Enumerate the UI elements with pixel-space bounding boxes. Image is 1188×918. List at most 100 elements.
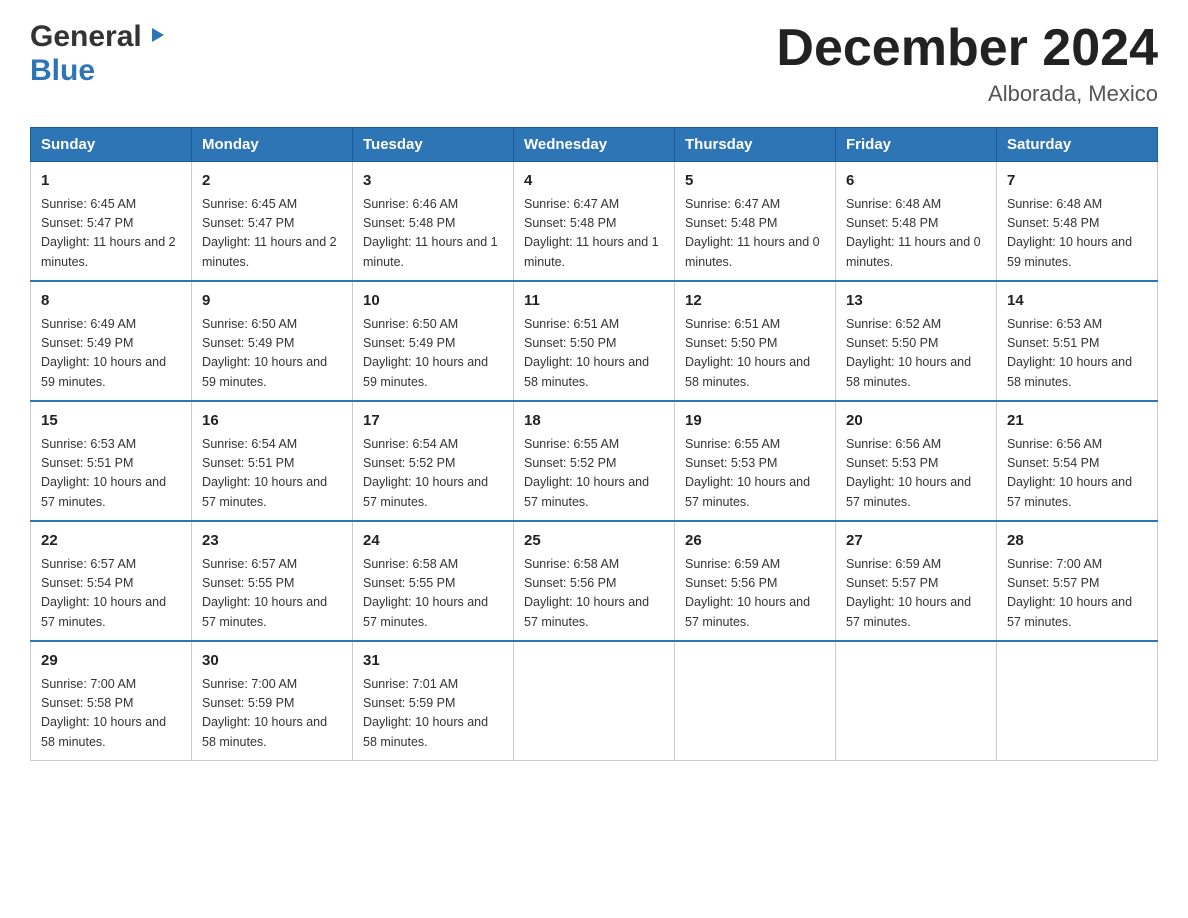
day-info: Sunrise: 6:46 AM Sunset: 5:48 PM Dayligh… xyxy=(363,195,503,273)
col-monday: Monday xyxy=(192,128,353,162)
day-number: 9 xyxy=(202,290,342,313)
table-row: 7Sunrise: 6:48 AM Sunset: 5:48 PM Daylig… xyxy=(997,162,1158,282)
day-number: 21 xyxy=(1007,410,1147,433)
table-row: 4Sunrise: 6:47 AM Sunset: 5:48 PM Daylig… xyxy=(514,162,675,282)
table-row: 8Sunrise: 6:49 AM Sunset: 5:49 PM Daylig… xyxy=(31,281,192,401)
day-number: 31 xyxy=(363,650,503,673)
logo-blue-text: Blue xyxy=(30,54,95,88)
day-info: Sunrise: 6:58 AM Sunset: 5:56 PM Dayligh… xyxy=(524,555,664,633)
day-info: Sunrise: 6:47 AM Sunset: 5:48 PM Dayligh… xyxy=(685,195,825,273)
day-number: 12 xyxy=(685,290,825,313)
table-row: 29Sunrise: 7:00 AM Sunset: 5:58 PM Dayli… xyxy=(31,641,192,761)
table-row: 30Sunrise: 7:00 AM Sunset: 5:59 PM Dayli… xyxy=(192,641,353,761)
table-row: 16Sunrise: 6:54 AM Sunset: 5:51 PM Dayli… xyxy=(192,401,353,521)
day-number: 10 xyxy=(363,290,503,313)
day-info: Sunrise: 7:00 AM Sunset: 5:59 PM Dayligh… xyxy=(202,675,342,753)
day-number: 20 xyxy=(846,410,986,433)
day-info: Sunrise: 6:57 AM Sunset: 5:55 PM Dayligh… xyxy=(202,555,342,633)
day-info: Sunrise: 6:59 AM Sunset: 5:57 PM Dayligh… xyxy=(846,555,986,633)
table-row: 31Sunrise: 7:01 AM Sunset: 5:59 PM Dayli… xyxy=(353,641,514,761)
col-sunday: Sunday xyxy=(31,128,192,162)
day-number: 25 xyxy=(524,530,664,553)
table-row: 13Sunrise: 6:52 AM Sunset: 5:50 PM Dayli… xyxy=(836,281,997,401)
day-info: Sunrise: 6:45 AM Sunset: 5:47 PM Dayligh… xyxy=(41,195,181,273)
day-number: 8 xyxy=(41,290,181,313)
table-row: 22Sunrise: 6:57 AM Sunset: 5:54 PM Dayli… xyxy=(31,521,192,641)
col-thursday: Thursday xyxy=(675,128,836,162)
calendar-header-row: Sunday Monday Tuesday Wednesday Thursday… xyxy=(31,128,1158,162)
day-number: 28 xyxy=(1007,530,1147,553)
logo-arrow-icon xyxy=(146,24,168,51)
day-info: Sunrise: 6:55 AM Sunset: 5:53 PM Dayligh… xyxy=(685,435,825,513)
day-info: Sunrise: 6:50 AM Sunset: 5:49 PM Dayligh… xyxy=(202,315,342,393)
day-number: 17 xyxy=(363,410,503,433)
table-row: 18Sunrise: 6:55 AM Sunset: 5:52 PM Dayli… xyxy=(514,401,675,521)
day-number: 18 xyxy=(524,410,664,433)
day-info: Sunrise: 7:00 AM Sunset: 5:58 PM Dayligh… xyxy=(41,675,181,753)
day-info: Sunrise: 6:55 AM Sunset: 5:52 PM Dayligh… xyxy=(524,435,664,513)
day-number: 1 xyxy=(41,170,181,193)
calendar-week-row: 1Sunrise: 6:45 AM Sunset: 5:47 PM Daylig… xyxy=(31,162,1158,282)
day-number: 29 xyxy=(41,650,181,673)
day-info: Sunrise: 6:57 AM Sunset: 5:54 PM Dayligh… xyxy=(41,555,181,633)
day-info: Sunrise: 6:54 AM Sunset: 5:51 PM Dayligh… xyxy=(202,435,342,513)
day-info: Sunrise: 6:51 AM Sunset: 5:50 PM Dayligh… xyxy=(524,315,664,393)
day-info: Sunrise: 6:50 AM Sunset: 5:49 PM Dayligh… xyxy=(363,315,503,393)
table-row: 11Sunrise: 6:51 AM Sunset: 5:50 PM Dayli… xyxy=(514,281,675,401)
table-row xyxy=(514,641,675,761)
col-saturday: Saturday xyxy=(997,128,1158,162)
day-info: Sunrise: 6:49 AM Sunset: 5:49 PM Dayligh… xyxy=(41,315,181,393)
table-row: 21Sunrise: 6:56 AM Sunset: 5:54 PM Dayli… xyxy=(997,401,1158,521)
day-info: Sunrise: 6:53 AM Sunset: 5:51 PM Dayligh… xyxy=(1007,315,1147,393)
day-number: 15 xyxy=(41,410,181,433)
calendar-week-row: 22Sunrise: 6:57 AM Sunset: 5:54 PM Dayli… xyxy=(31,521,1158,641)
col-wednesday: Wednesday xyxy=(514,128,675,162)
page-header: General Blue December 2024 Alborada, Mex… xyxy=(30,20,1158,107)
table-row: 15Sunrise: 6:53 AM Sunset: 5:51 PM Dayli… xyxy=(31,401,192,521)
table-row xyxy=(836,641,997,761)
table-row xyxy=(675,641,836,761)
table-row: 10Sunrise: 6:50 AM Sunset: 5:49 PM Dayli… xyxy=(353,281,514,401)
day-info: Sunrise: 6:58 AM Sunset: 5:55 PM Dayligh… xyxy=(363,555,503,633)
day-info: Sunrise: 6:48 AM Sunset: 5:48 PM Dayligh… xyxy=(1007,195,1147,273)
month-title: December 2024 xyxy=(776,20,1158,77)
table-row: 12Sunrise: 6:51 AM Sunset: 5:50 PM Dayli… xyxy=(675,281,836,401)
day-number: 14 xyxy=(1007,290,1147,313)
day-info: Sunrise: 6:56 AM Sunset: 5:54 PM Dayligh… xyxy=(1007,435,1147,513)
table-row: 17Sunrise: 6:54 AM Sunset: 5:52 PM Dayli… xyxy=(353,401,514,521)
day-info: Sunrise: 6:51 AM Sunset: 5:50 PM Dayligh… xyxy=(685,315,825,393)
day-info: Sunrise: 6:47 AM Sunset: 5:48 PM Dayligh… xyxy=(524,195,664,273)
calendar-week-row: 8Sunrise: 6:49 AM Sunset: 5:49 PM Daylig… xyxy=(31,281,1158,401)
table-row: 23Sunrise: 6:57 AM Sunset: 5:55 PM Dayli… xyxy=(192,521,353,641)
day-info: Sunrise: 6:53 AM Sunset: 5:51 PM Dayligh… xyxy=(41,435,181,513)
day-info: Sunrise: 6:48 AM Sunset: 5:48 PM Dayligh… xyxy=(846,195,986,273)
day-number: 19 xyxy=(685,410,825,433)
col-friday: Friday xyxy=(836,128,997,162)
day-number: 11 xyxy=(524,290,664,313)
day-number: 13 xyxy=(846,290,986,313)
logo: General Blue xyxy=(30,20,168,88)
day-number: 27 xyxy=(846,530,986,553)
table-row: 26Sunrise: 6:59 AM Sunset: 5:56 PM Dayli… xyxy=(675,521,836,641)
table-row: 20Sunrise: 6:56 AM Sunset: 5:53 PM Dayli… xyxy=(836,401,997,521)
day-number: 2 xyxy=(202,170,342,193)
title-section: December 2024 Alborada, Mexico xyxy=(776,20,1158,107)
table-row: 3Sunrise: 6:46 AM Sunset: 5:48 PM Daylig… xyxy=(353,162,514,282)
day-number: 16 xyxy=(202,410,342,433)
table-row: 9Sunrise: 6:50 AM Sunset: 5:49 PM Daylig… xyxy=(192,281,353,401)
table-row: 19Sunrise: 6:55 AM Sunset: 5:53 PM Dayli… xyxy=(675,401,836,521)
table-row: 5Sunrise: 6:47 AM Sunset: 5:48 PM Daylig… xyxy=(675,162,836,282)
day-number: 3 xyxy=(363,170,503,193)
table-row: 28Sunrise: 7:00 AM Sunset: 5:57 PM Dayli… xyxy=(997,521,1158,641)
day-number: 5 xyxy=(685,170,825,193)
day-info: Sunrise: 6:54 AM Sunset: 5:52 PM Dayligh… xyxy=(363,435,503,513)
day-info: Sunrise: 6:52 AM Sunset: 5:50 PM Dayligh… xyxy=(846,315,986,393)
day-number: 7 xyxy=(1007,170,1147,193)
day-info: Sunrise: 6:45 AM Sunset: 5:47 PM Dayligh… xyxy=(202,195,342,273)
day-number: 6 xyxy=(846,170,986,193)
day-number: 26 xyxy=(685,530,825,553)
day-number: 23 xyxy=(202,530,342,553)
day-number: 22 xyxy=(41,530,181,553)
day-number: 24 xyxy=(363,530,503,553)
table-row: 24Sunrise: 6:58 AM Sunset: 5:55 PM Dayli… xyxy=(353,521,514,641)
